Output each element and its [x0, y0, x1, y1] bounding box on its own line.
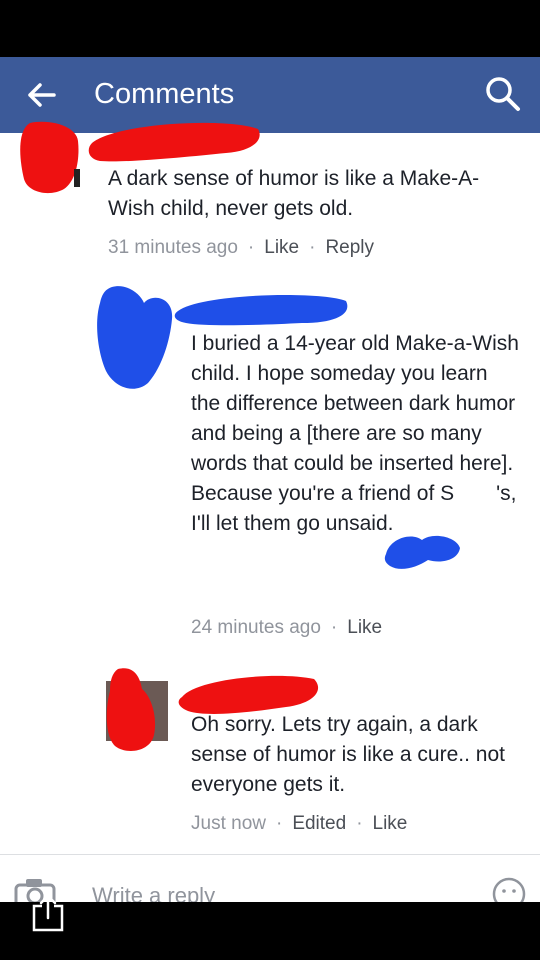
comment-text-part: I buried a 14-year old Make-a-Wish child…: [191, 332, 519, 505]
reply-composer: Write a reply: [0, 854, 540, 902]
avatar-redacted: [97, 286, 173, 389]
arrow-left-icon[interactable]: [24, 77, 60, 113]
timestamp: 24 minutes ago: [191, 617, 321, 638]
share-icon[interactable]: [32, 894, 64, 932]
like-link[interactable]: Like: [264, 237, 299, 258]
comment-text: I buried a 14-year old Make-a-Wish child…: [191, 329, 521, 539]
comments-screen: Comments A dark sense of humor is like a…: [0, 57, 540, 902]
name-mention-redacted: [454, 484, 496, 504]
like-link[interactable]: Like: [347, 617, 382, 638]
avatar-redacted: [20, 121, 80, 194]
avatar-redacted: [106, 668, 168, 751]
timestamp: Just now: [191, 813, 266, 834]
page-title: Comments: [94, 78, 235, 110]
search-icon[interactable]: [484, 75, 522, 113]
name-redacted: [88, 122, 260, 162]
comment-meta: 24 minutes ago · Like: [191, 617, 383, 638]
reply-link[interactable]: Reply: [325, 237, 374, 258]
comment-text: A dark sense of humor is like a Make-A-W…: [108, 167, 480, 220]
edited-link[interactable]: Edited: [292, 813, 346, 834]
emoji-icon[interactable]: [492, 877, 526, 902]
comment-text: Oh sorry. Lets try again, a dark sense o…: [191, 713, 505, 796]
reply-input[interactable]: Write a reply: [92, 883, 215, 902]
comment-meta: Just now · Edited · Like: [191, 813, 408, 834]
like-link[interactable]: Like: [373, 813, 408, 834]
mention-redaction: [384, 535, 460, 569]
comment-meta: 31 minutes ago · Like · Reply: [108, 237, 375, 258]
name-redacted: [174, 295, 348, 326]
timestamp: 31 minutes ago: [108, 237, 238, 258]
